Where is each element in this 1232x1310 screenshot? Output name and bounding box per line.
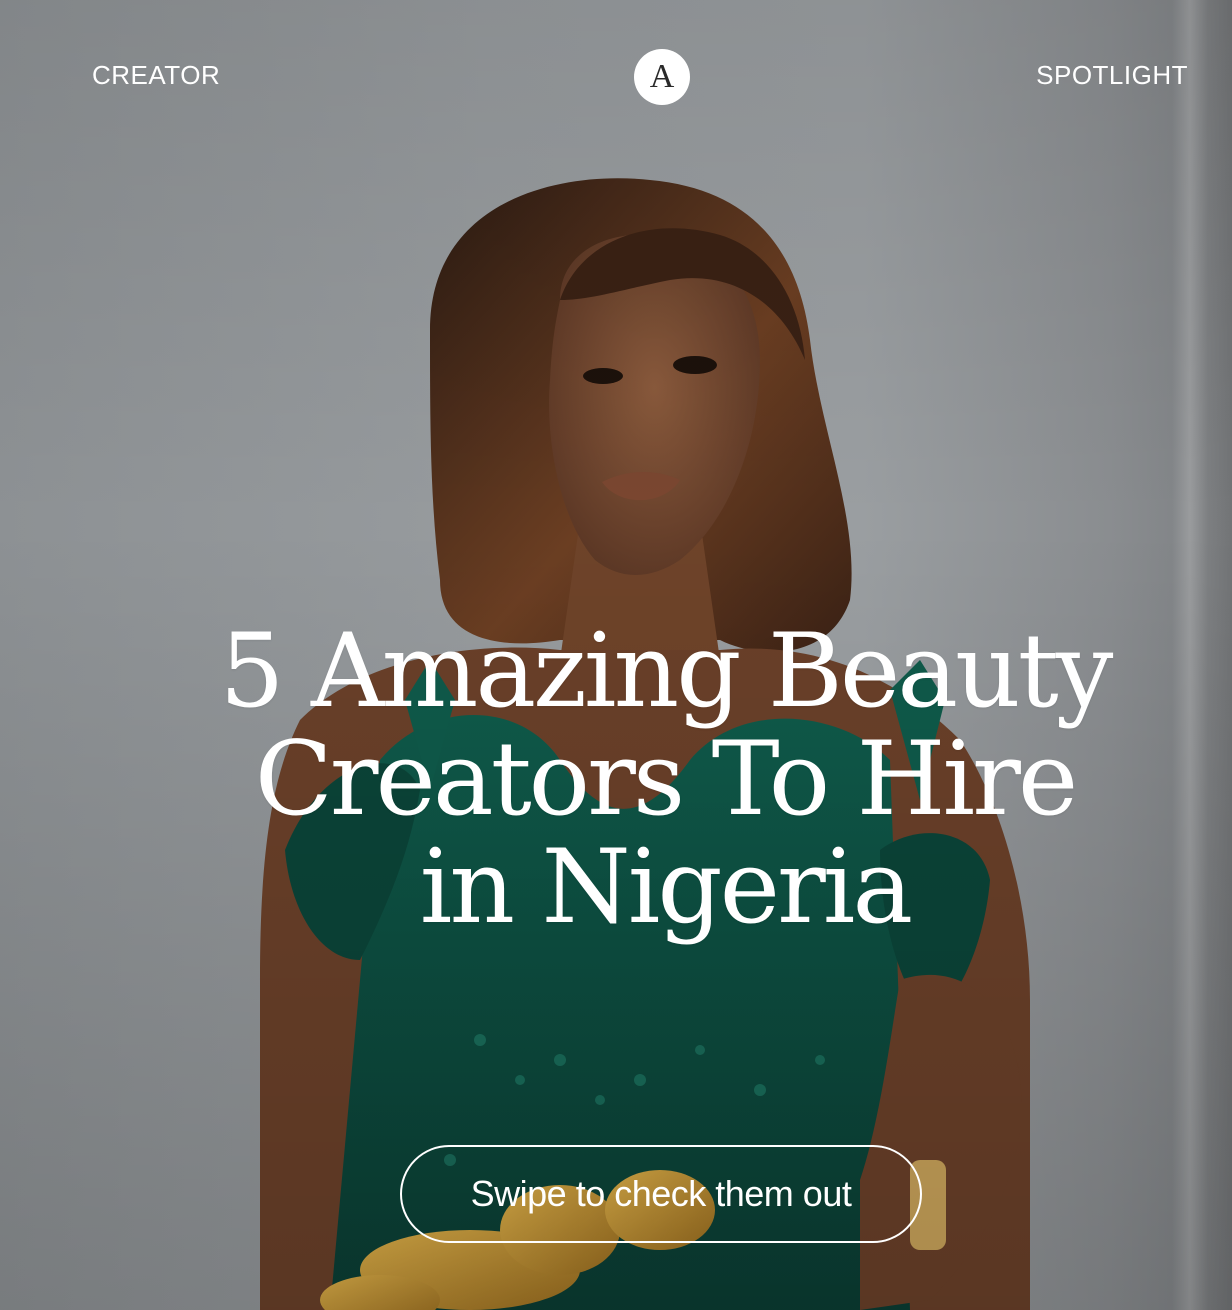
swipe-cta-label: Swipe to check them out	[470, 1173, 852, 1214]
brand-logo-letter: A	[649, 58, 675, 95]
brand-logo: A	[634, 49, 690, 105]
headline-line-1: 5 Amazing Beauty	[219, 612, 1114, 731]
swipe-cta-button[interactable]: Swipe to check them out	[400, 1145, 922, 1243]
category-label: CREATOR	[92, 60, 221, 90]
headline-line-3: in Nigeria	[419, 828, 913, 947]
headline: 5 Amazing Beauty Creators To Hire in Nig…	[200, 618, 1130, 942]
headline-line-2: Creators To Hire	[254, 720, 1079, 839]
section-label: SPOTLIGHT	[1036, 60, 1188, 90]
spotlight-slide: CREATOR A SPOTLIGHT 5 Amazing Beauty Cre…	[0, 0, 1232, 1310]
